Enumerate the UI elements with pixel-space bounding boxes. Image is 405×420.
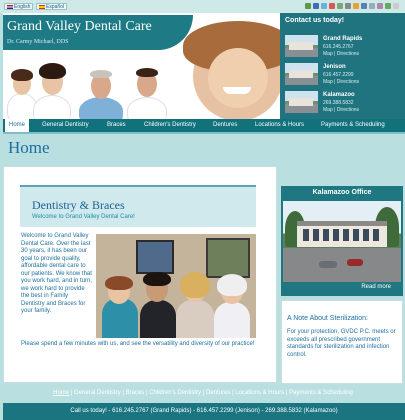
nav-payments-scheduling[interactable]: Payments & Scheduling bbox=[321, 119, 385, 132]
spain-flag-icon bbox=[39, 4, 45, 9]
office-map-directions-link[interactable]: Map | Directions bbox=[323, 79, 359, 85]
office-thumbnail[interactable] bbox=[285, 91, 318, 113]
language-english-button[interactable]: English bbox=[4, 3, 34, 10]
footer-link-dentures[interactable]: Dentures bbox=[206, 390, 230, 396]
language-english-label: English bbox=[14, 4, 31, 10]
office-card-title: Kalamazoo Office bbox=[312, 189, 372, 196]
rss-icon[interactable] bbox=[353, 3, 359, 9]
expand-icon[interactable] bbox=[393, 3, 399, 9]
main-content: Dentistry & Braces Welcome to Grand Vall… bbox=[3, 166, 277, 383]
office-name: Jenison bbox=[323, 64, 346, 70]
twitter-icon[interactable] bbox=[321, 3, 327, 9]
kalamazoo-office-card: Kalamazoo Office Read more bbox=[281, 186, 403, 296]
share-icon[interactable] bbox=[305, 3, 311, 9]
office-map-directions-link[interactable]: Map | Directions bbox=[323, 51, 359, 57]
main-nav: Home General Dentistry Braces Children's… bbox=[3, 119, 405, 132]
footer-link-locations-hours[interactable]: Locations & Hours bbox=[235, 390, 284, 396]
page-title: Home bbox=[8, 138, 50, 157]
office-name: Kalamazoo bbox=[323, 92, 355, 98]
email-icon[interactable] bbox=[361, 3, 367, 9]
office-map-directions-link[interactable]: Map | Directions bbox=[323, 107, 359, 113]
nav-home[interactable]: Home bbox=[5, 119, 30, 132]
office-thumbnail[interactable] bbox=[285, 35, 318, 57]
us-flag-icon bbox=[7, 4, 13, 9]
office-phone: 269.388.5832 bbox=[323, 100, 354, 106]
content-banner: Dentistry & Braces Welcome to Grand Vall… bbox=[20, 185, 256, 227]
footer-link-home[interactable]: Home bbox=[53, 390, 69, 396]
nav-braces[interactable]: Braces bbox=[107, 119, 126, 132]
language-espanol-label: Español bbox=[46, 4, 65, 10]
language-espanol-button[interactable]: Español bbox=[36, 3, 68, 10]
site-subtitle: Dr. Carmy Michael, DDS bbox=[7, 39, 69, 45]
office-jenison: Jenison 616.457.2299 Map | Directions bbox=[285, 63, 403, 87]
outro-text: Please spend a few minutes with us, and … bbox=[21, 341, 255, 347]
site-title[interactable]: Grand Valley Dental Care bbox=[7, 19, 152, 35]
plus-icon[interactable] bbox=[369, 3, 375, 9]
title-tab: Grand Valley Dental Care Dr. Carmy Micha… bbox=[3, 15, 193, 50]
nav-general-dentistry[interactable]: General Dentistry bbox=[42, 119, 89, 132]
office-thumbnail[interactable] bbox=[285, 63, 318, 85]
site-header: Grand Valley Dental Care Dr. Carmy Micha… bbox=[3, 13, 280, 119]
intro-text: Welcome to Grand Valley Dental Care. Ove… bbox=[21, 233, 93, 314]
nav-dentures[interactable]: Dentures bbox=[213, 119, 237, 132]
sterilization-text: For your protection, GVDC P.C. meets or … bbox=[287, 329, 396, 358]
banner-subheading: Welcome to Grand Valley Dental Care! bbox=[32, 214, 135, 220]
office-phone: 616.245.2767 bbox=[323, 44, 354, 50]
share-toolbar bbox=[305, 3, 399, 9]
sterilization-heading: A Note About Sterilization: bbox=[287, 315, 368, 322]
footer-link-braces[interactable]: Braces bbox=[126, 390, 145, 396]
kalamazoo-office-photo[interactable] bbox=[283, 201, 401, 282]
contact-panel: Contact us today! Grand Rapids 616.245.2… bbox=[280, 13, 405, 119]
footer-links: Home | General Dentistry | Braces | Chil… bbox=[53, 390, 353, 396]
print-icon[interactable] bbox=[345, 3, 351, 9]
office-phone: 616.457.2299 bbox=[323, 72, 354, 78]
office-kalamazoo: Kalamazoo 269.388.5832 Map | Directions bbox=[285, 91, 403, 115]
office-name: Grand Rapids bbox=[323, 36, 363, 42]
team-photo bbox=[96, 234, 256, 338]
top-strip: English Español bbox=[0, 0, 405, 13]
nav-childrens-dentistry[interactable]: Children's Dentistry bbox=[144, 119, 196, 132]
banner-heading: Dentistry & Braces bbox=[32, 198, 125, 212]
read-more-link[interactable]: Read more bbox=[361, 284, 391, 290]
digg-icon[interactable] bbox=[337, 3, 343, 9]
footer-link-payments-scheduling[interactable]: Payments & Scheduling bbox=[289, 390, 353, 396]
sterilization-note: A Note About Sterilization: For your pro… bbox=[281, 300, 403, 384]
favorite-icon[interactable] bbox=[377, 3, 383, 9]
footer-call-text: Call us today! - 616.245.2767 (Grand Rap… bbox=[70, 408, 338, 414]
footer-bar: Call us today! - 616.245.2767 (Grand Rap… bbox=[3, 403, 405, 420]
office-grand-rapids: Grand Rapids 616.245.2767 Map | Directio… bbox=[285, 35, 403, 59]
nav-divider bbox=[3, 132, 405, 134]
bookmark-icon[interactable] bbox=[329, 3, 335, 9]
footer-link-childrens-dentistry[interactable]: Children's Dentistry bbox=[149, 390, 201, 396]
facebook-icon[interactable] bbox=[313, 3, 319, 9]
more-icon[interactable] bbox=[385, 3, 391, 9]
contact-title: Contact us today! bbox=[285, 17, 345, 24]
nav-locations-hours[interactable]: Locations & Hours bbox=[255, 119, 304, 132]
footer-link-general-dentistry[interactable]: General Dentistry bbox=[74, 390, 121, 396]
